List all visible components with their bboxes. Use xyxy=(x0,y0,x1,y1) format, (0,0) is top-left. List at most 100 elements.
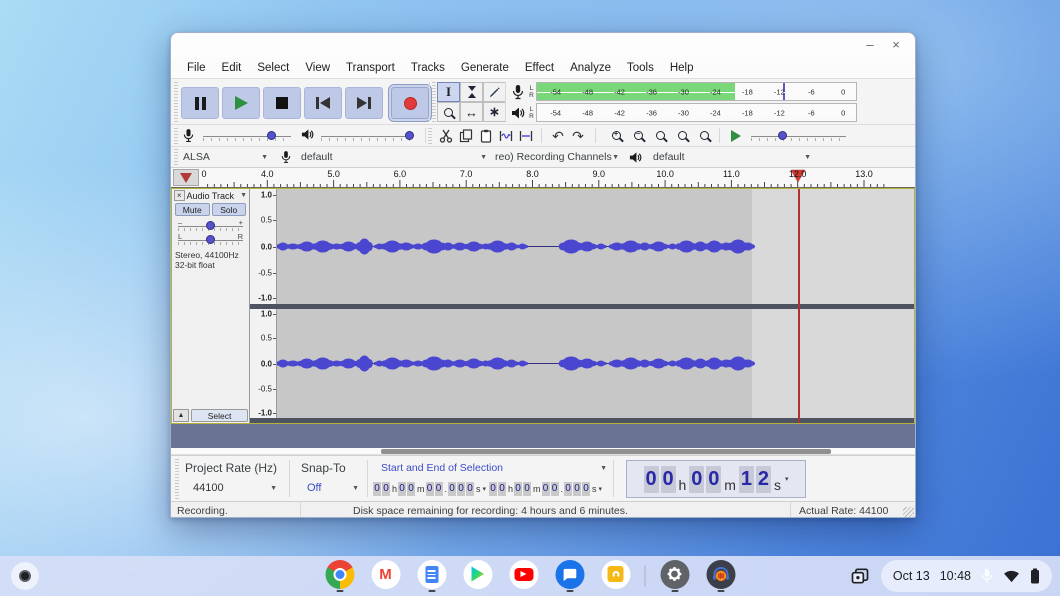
menu-analyze[interactable]: Analyze xyxy=(562,60,619,76)
menu-generate[interactable]: Generate xyxy=(453,60,517,76)
timeline-ruler[interactable]: 0 4.05.06.07.08.09.010.011.012.013.0 xyxy=(171,168,915,188)
time-unit[interactable]: s xyxy=(476,484,481,494)
playback-device-dropdown[interactable]: default ▼ xyxy=(653,149,811,165)
format-dropdown-arrow-icon[interactable]: ▾ xyxy=(483,485,487,493)
toolbar-grip[interactable] xyxy=(174,149,178,165)
time-unit[interactable]: s xyxy=(774,473,781,497)
time-digit[interactable]: 0 xyxy=(661,466,676,493)
shelf-app-docs[interactable] xyxy=(415,560,449,593)
time-digit[interactable]: 0 xyxy=(382,482,390,496)
time-unit[interactable]: . xyxy=(561,484,564,494)
format-dropdown-arrow-icon[interactable]: ▾ xyxy=(599,485,603,493)
record-button[interactable] xyxy=(391,87,429,119)
zoom-toggle-button[interactable] xyxy=(695,127,713,144)
time-digit[interactable]: 0 xyxy=(457,482,465,496)
silence-audio-button[interactable] xyxy=(517,127,535,144)
close-button[interactable]: × xyxy=(885,35,907,55)
track-menu-arrow-icon[interactable]: ▼ xyxy=(240,192,247,199)
toolbar-grip[interactable] xyxy=(175,458,179,499)
menu-tools[interactable]: Tools xyxy=(619,60,662,76)
time-digit[interactable]: 0 xyxy=(551,482,559,496)
minimize-button[interactable]: – xyxy=(859,35,881,55)
zoom-out-button[interactable]: − xyxy=(629,127,647,144)
multi-tool-button[interactable]: ∗ xyxy=(483,102,506,122)
fit-project-button[interactable] xyxy=(673,127,691,144)
gain-knob[interactable] xyxy=(206,221,215,230)
paste-button[interactable] xyxy=(477,127,495,144)
scrollbar-thumb[interactable] xyxy=(381,449,831,454)
project-rate-dropdown[interactable]: 44100 ▼ xyxy=(193,482,277,494)
trim-outside-button[interactable] xyxy=(497,127,515,144)
time-digit[interactable]: 0 xyxy=(689,466,704,493)
toolbar-grip[interactable] xyxy=(174,81,178,122)
time-digit[interactable]: 0 xyxy=(407,482,415,496)
recording-device-dropdown[interactable]: default ▼ xyxy=(301,149,487,165)
play-at-speed-button[interactable] xyxy=(727,127,745,144)
track-close-button[interactable]: × xyxy=(174,190,185,201)
cut-button[interactable] xyxy=(437,127,455,144)
select-track-button[interactable]: Select xyxy=(191,409,248,422)
recording-meter-bar[interactable]: -54-48-42-36-30-24-18-12-60 xyxy=(536,82,857,101)
time-unit[interactable]: h xyxy=(508,484,513,494)
time-digit[interactable]: 0 xyxy=(435,482,443,496)
shelf-app-settings[interactable] xyxy=(658,560,692,593)
time-digit[interactable]: 0 xyxy=(426,482,434,496)
recording-volume-knob[interactable] xyxy=(267,131,276,140)
undo-button[interactable]: ↶ xyxy=(549,127,567,144)
time-digit[interactable]: 0 xyxy=(706,466,721,493)
recording-meter[interactable]: LR -54-48-42-36-30-24-18-12-60 xyxy=(509,81,857,102)
playback-meter[interactable]: LR -54-48-42-36-30-24-18-12-60 xyxy=(509,102,857,123)
selection-tool-button[interactable]: I xyxy=(437,82,460,102)
time-digit[interactable]: 0 xyxy=(498,482,506,496)
time-unit[interactable]: m xyxy=(724,473,736,497)
time-digit[interactable]: 1 xyxy=(739,466,754,493)
audio-position-counter[interactable]: 00h00m12s▾ xyxy=(626,460,806,498)
time-unit[interactable]: . xyxy=(445,484,448,494)
menu-help[interactable]: Help xyxy=(662,60,702,76)
status-area[interactable]: Oct 13 10:48 xyxy=(881,560,1052,592)
time-unit[interactable]: s xyxy=(592,484,597,494)
snap-to-dropdown[interactable]: Off ▼ xyxy=(307,482,359,494)
timeshift-tool-button[interactable]: ↔ xyxy=(460,102,483,122)
mute-button[interactable]: Mute xyxy=(175,203,210,216)
menu-tracks[interactable]: Tracks xyxy=(403,60,453,76)
desks-button[interactable] xyxy=(845,561,875,591)
time-digit[interactable]: 0 xyxy=(448,482,456,496)
pause-button[interactable] xyxy=(181,87,219,119)
toolbar-grip[interactable] xyxy=(174,127,178,144)
pan-knob[interactable] xyxy=(206,235,215,244)
gain-slider[interactable]: – + xyxy=(176,218,245,231)
zoom-tool-button[interactable] xyxy=(437,102,460,122)
time-digit[interactable]: 0 xyxy=(582,482,590,496)
time-digit[interactable]: 0 xyxy=(398,482,406,496)
time-digit[interactable]: 0 xyxy=(514,482,522,496)
zoom-in-button[interactable]: + xyxy=(607,127,625,144)
shelf-app-audacity[interactable] xyxy=(704,560,738,593)
recording-channels-dropdown[interactable]: reo) Recording Channels ▼ xyxy=(495,149,619,165)
horizontal-scrollbar[interactable] xyxy=(171,448,915,455)
track-title[interactable]: Audio Track xyxy=(187,191,235,201)
selection-end-field[interactable]: 00h00m00.000s▾ xyxy=(489,481,602,497)
solo-button[interactable]: Solo xyxy=(212,203,247,216)
selection-start-field[interactable]: 00h00m00.000s▾ xyxy=(373,481,486,497)
time-digit[interactable]: 0 xyxy=(373,482,381,496)
redo-button[interactable]: ↷ xyxy=(569,127,587,144)
time-digit[interactable]: 0 xyxy=(644,466,659,493)
waveform-right-channel[interactable] xyxy=(277,309,914,418)
skip-to-end-button[interactable] xyxy=(345,87,383,119)
time-digit[interactable]: 0 xyxy=(542,482,550,496)
shelf-app-gmail[interactable]: M xyxy=(369,560,403,593)
menu-transport[interactable]: Transport xyxy=(338,60,403,76)
menu-edit[interactable]: Edit xyxy=(214,60,250,76)
draw-tool-button[interactable] xyxy=(483,82,506,102)
play-button[interactable] xyxy=(222,87,260,119)
shelf-app-play-store[interactable] xyxy=(461,560,495,593)
menu-select[interactable]: Select xyxy=(249,60,297,76)
stop-button[interactable] xyxy=(263,87,301,119)
skip-to-start-button[interactable] xyxy=(304,87,342,119)
time-unit[interactable]: h xyxy=(392,484,397,494)
shelf-app-keep[interactable] xyxy=(599,560,633,593)
play-speed-slider[interactable] xyxy=(751,129,846,143)
copy-button[interactable] xyxy=(457,127,475,144)
fit-selection-button[interactable] xyxy=(651,127,669,144)
